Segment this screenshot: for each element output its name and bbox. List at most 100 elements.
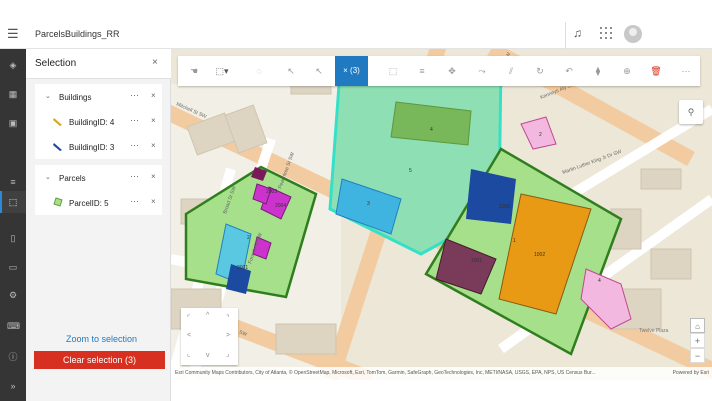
- label-2: 2: [247, 235, 250, 241]
- item-label: BuildingID: 4: [69, 118, 115, 127]
- nav-right[interactable]: >: [226, 332, 230, 339]
- selection-tree: ⌄ Buildings ··· × BuildingID: 4 ··· × Bu…: [35, 84, 162, 215]
- expand-icon[interactable]: »: [7, 380, 19, 392]
- remove-icon[interactable]: ×: [151, 91, 156, 100]
- list-item[interactable]: ParcelID: 5 ··· ×: [35, 190, 162, 215]
- remove-icon[interactable]: ×: [151, 141, 156, 150]
- more-icon[interactable]: ···: [130, 171, 139, 181]
- select-rect-icon[interactable]: ⬚▾: [214, 63, 230, 79]
- undo-icon[interactable]: ↶: [561, 63, 577, 79]
- list-item[interactable]: BuildingID: 3 ··· ×: [35, 134, 162, 159]
- left-rail: ◈ ▦ ▣ ⬚ ≡ ▯ ▭ ⚙ ⌨ ⓘ »: [0, 49, 26, 401]
- remove-select-icon[interactable]: ↖: [311, 63, 327, 79]
- list-item[interactable]: BuildingID: 4 ··· ×: [35, 109, 162, 134]
- move-icon[interactable]: ⬚: [385, 63, 401, 79]
- widgets-icon[interactable]: ▣: [7, 117, 19, 129]
- keyboard-icon[interactable]: ⌨: [7, 320, 20, 332]
- more-icon[interactable]: ···: [130, 196, 139, 206]
- divider: [565, 22, 566, 49]
- bell-icon[interactable]: ♫: [573, 26, 582, 40]
- align-icon[interactable]: ≡: [414, 63, 430, 79]
- label-4: 4: [430, 127, 433, 133]
- map-canvas[interactable]: 4 5 3 2 1000 1 1001 1002 4 2 2001 2003 2…: [171, 49, 712, 380]
- item-label: ParcelID: 5: [69, 199, 109, 208]
- label-1000: 1000: [499, 204, 510, 210]
- map-toolbar: ☚ ⬚▾ ◌ ↖ ↖ × (3) ⬚ ≡ ✥ ⤳ ⫽ ↻ ↶ ⧫ ⊕ 🗑 ⋯: [178, 56, 700, 86]
- group-parcels[interactable]: ⌄ Parcels ··· ×: [35, 165, 162, 190]
- group-buildings[interactable]: ⌄ Buildings ··· ×: [35, 84, 162, 109]
- split-icon[interactable]: ⫽: [503, 63, 519, 79]
- remove-icon[interactable]: ×: [151, 172, 156, 181]
- label-3: 3: [367, 201, 370, 207]
- home-icon[interactable]: ⌂: [690, 318, 705, 333]
- settings-icon[interactable]: ⚙: [7, 289, 19, 301]
- building-symbol-icon: [53, 141, 63, 151]
- bottom-strip: [171, 380, 712, 401]
- bookmark-icon[interactable]: ▯: [7, 232, 19, 244]
- panel-title: Selection: [35, 58, 77, 69]
- label-1: 1: [513, 238, 516, 244]
- nav-left[interactable]: <: [187, 332, 191, 339]
- selection-panel: Selection × ⌄ Buildings ··· × BuildingID…: [26, 49, 171, 401]
- more-icon[interactable]: ···: [130, 115, 139, 125]
- lasso-icon[interactable]: ◌: [251, 63, 267, 79]
- list-icon[interactable]: ≡: [7, 176, 19, 188]
- nav-up[interactable]: ^: [206, 312, 209, 319]
- nav-down[interactable]: v: [206, 352, 210, 359]
- more-icon[interactable]: ···: [130, 140, 139, 150]
- app-title: ParcelsBuildings_RR: [35, 29, 120, 39]
- close-icon[interactable]: ×: [152, 57, 158, 68]
- pan-icon[interactable]: ☚: [186, 63, 202, 79]
- zoom-in-button[interactable]: +: [690, 333, 705, 348]
- remove-icon[interactable]: ×: [151, 197, 156, 206]
- apps-grid-icon[interactable]: [600, 27, 612, 39]
- info-icon[interactable]: ⓘ: [7, 351, 19, 363]
- more-icon[interactable]: ···: [130, 90, 139, 100]
- item-label: BuildingID: 3: [69, 143, 115, 152]
- building-symbol-icon: [53, 116, 63, 126]
- chevron-down-icon[interactable]: ⌄: [45, 92, 51, 100]
- map-view[interactable]: 4 5 3 2 1000 1 1001 1002 4 2 2001 2003 2…: [171, 49, 712, 380]
- label-2001: 2001: [237, 265, 248, 271]
- mirror-icon[interactable]: ⧫: [590, 63, 606, 79]
- remove-icon[interactable]: ×: [151, 116, 156, 125]
- group-label: Buildings: [59, 93, 92, 102]
- clear-selection-button[interactable]: Clear selection (3): [34, 351, 165, 369]
- nav-ne[interactable]: ⌝: [226, 314, 229, 322]
- menu-icon[interactable]: ☰: [7, 27, 21, 41]
- table-icon[interactable]: ▦: [7, 88, 19, 100]
- add-select-icon[interactable]: ↖: [283, 63, 299, 79]
- nav-nw[interactable]: ⌜: [187, 314, 190, 322]
- zoom-out-button[interactable]: −: [690, 348, 705, 363]
- label-4b: 4: [598, 278, 601, 284]
- rotate-icon[interactable]: ↻: [532, 63, 548, 79]
- attribution-text: Esri Community Maps Contributors, City o…: [175, 370, 596, 376]
- powered-by[interactable]: Powered by Esri: [673, 367, 709, 380]
- reshape-icon[interactable]: ⤳: [474, 63, 490, 79]
- chevron-down-icon[interactable]: ⌄: [45, 173, 51, 181]
- label-2003: 2003: [266, 189, 277, 195]
- folder-icon[interactable]: ▭: [7, 261, 19, 273]
- nav-sw[interactable]: ⌞: [187, 350, 190, 358]
- avatar[interactable]: [624, 25, 642, 43]
- zoom-to-selection-button[interactable]: Zoom to selection: [66, 334, 137, 344]
- nav-se[interactable]: ⌟: [226, 350, 229, 358]
- attribution-bar: Esri Community Maps Contributors, City o…: [171, 367, 712, 380]
- delete-icon[interactable]: 🗑: [648, 63, 664, 79]
- place-label: Twelve Plaza: [639, 328, 669, 334]
- merge-icon[interactable]: ⊕: [619, 63, 635, 79]
- top-bar: ☰ ParcelsBuildings_RR ♫: [0, 0, 712, 49]
- label-2004: 2004: [275, 203, 286, 209]
- label-1002: 1002: [534, 252, 545, 258]
- panel-header: Selection ×: [26, 49, 171, 79]
- navigation-pad[interactable]: ⌜ ^ ⌝ < > ⌞ v ⌟: [181, 308, 238, 365]
- transform-icon[interactable]: ✥: [444, 63, 460, 79]
- layers-icon[interactable]: ◈: [7, 59, 19, 71]
- label-1001: 1001: [471, 258, 482, 264]
- more-tools-icon[interactable]: ⋯: [678, 63, 694, 79]
- selection-count-button[interactable]: × (3): [335, 56, 368, 86]
- group-label: Parcels: [59, 174, 86, 183]
- parcel-symbol-icon: [53, 197, 63, 207]
- label-5: 5: [409, 168, 412, 174]
- search-icon[interactable]: ⚲: [679, 100, 703, 124]
